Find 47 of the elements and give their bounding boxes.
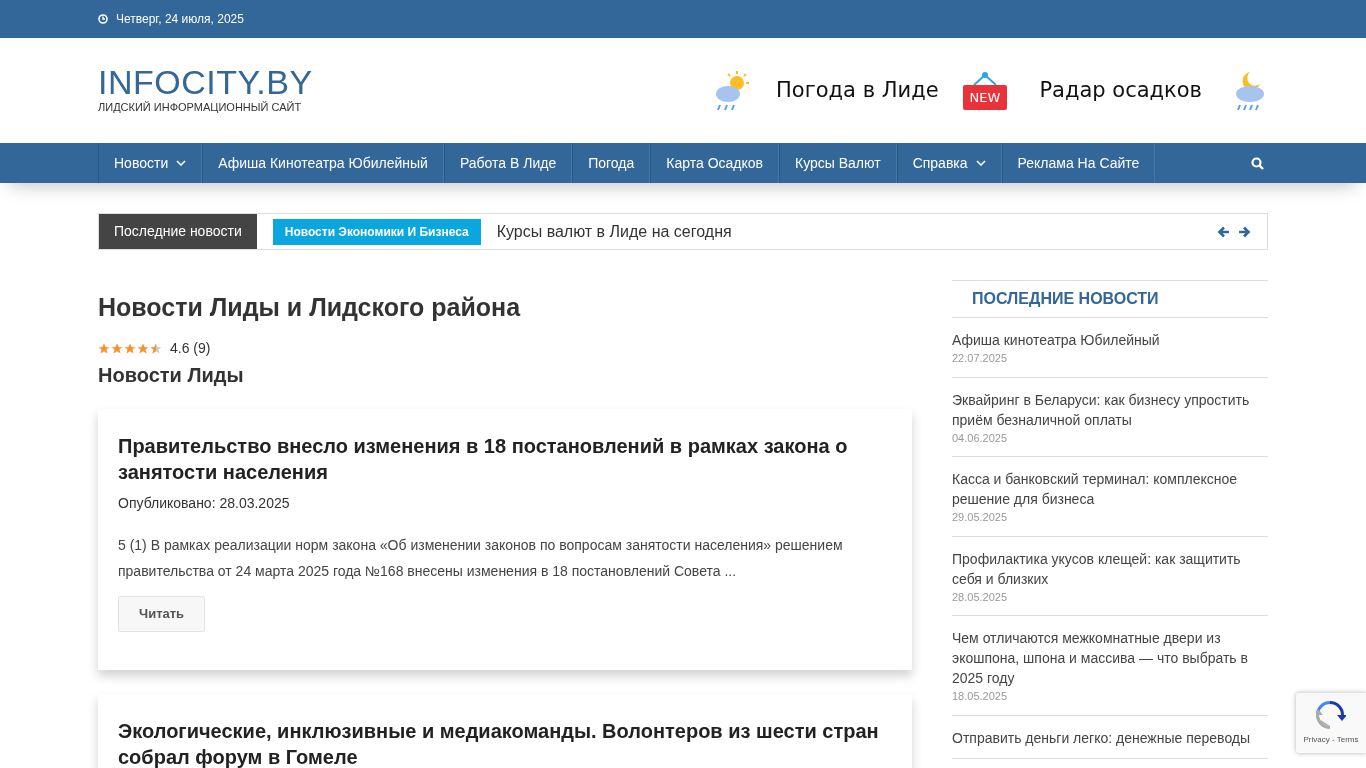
nav-item[interactable]: Справка (896, 143, 1002, 183)
ticker-headline[interactable]: Курсы валют в Лиде на сегодня (496, 219, 732, 244)
right-arrow-icon[interactable] (1238, 225, 1251, 238)
rating-text: 4.6 (9) (170, 339, 211, 358)
news-link[interactable]: Касса и банковский терминал: комплексное решение для бизнеса (952, 469, 1268, 509)
section-subtitle: Новости Лиды (98, 363, 245, 387)
date-text: Четверг, 24 июля, 2025 (116, 11, 244, 28)
nav-item[interactable]: Курсы Валют (779, 143, 897, 183)
weather-link[interactable]: Погода в Лиде (776, 74, 939, 107)
read-button[interactable]: Читать (118, 596, 206, 632)
news-date: 04.06.2025 (952, 430, 1009, 446)
star-icon (124, 342, 136, 355)
sidebar-title: ПОСЛЕДНИЕ НОВОСТИ (952, 280, 1268, 318)
recaptcha-links[interactable]: Privacy - Terms (1303, 733, 1359, 746)
news-link[interactable]: Чем отличаются межкомнатные двери из экошпона, шпона и массива — что выбрать в 2025 году (952, 628, 1268, 688)
nav-item[interactable]: Погода (572, 143, 651, 183)
star-icon (111, 342, 123, 355)
nav-item[interactable]: Реклама На Сайте (1001, 143, 1156, 183)
nav-item[interactable]: Новости (98, 143, 203, 183)
news-link[interactable]: Профилактика укусов клещей: как защитить себя и близких (952, 548, 1268, 589)
left-arrow-icon[interactable] (1217, 225, 1230, 238)
ticker-title: Последние новости (99, 214, 257, 249)
star-icon (98, 342, 110, 355)
news-date: 28.05.2025 (952, 589, 1009, 605)
hanger-icon (971, 70, 998, 85)
news-date: 22.07.2025 (952, 351, 1009, 366)
site-tagline: ЛИДСКИЙ ИНФОРМАЦИОННЫЙ САЙТ (98, 100, 303, 116)
new-badge: NEW (962, 84, 1008, 111)
site-logo[interactable]: INFOCITY.BY (98, 65, 313, 100)
page-title: Новости Лиды и Лидского района (98, 292, 522, 322)
clock-icon (98, 14, 108, 24)
star-icon (150, 342, 162, 355)
recaptcha-icon (1316, 700, 1346, 731)
article-title[interactable]: Правительство внесло изменения в 18 постановлений в рамках закона о занятости населения (118, 433, 892, 485)
news-link[interactable]: Эквайринг в Беларуси: как бизнесу упростить приём безналичной оплаты (952, 389, 1268, 430)
article-excerpt: 5 (1) В рамках реализации норм закона «Об изменении законов по вопросам занятости населения» решением правительства от 24 марта 2025 года №168 внесены изменения в 18 постановлений Совета ... (118, 536, 844, 581)
nav-item[interactable]: Карта Осадков (650, 143, 779, 183)
search-icon[interactable] (1251, 156, 1264, 170)
news-link[interactable]: Отправить деньги легко: денежные переводы (952, 727, 1268, 748)
radar-link[interactable]: Радар осадков (1039, 74, 1202, 107)
news-date: 18.05.2025 (952, 689, 1009, 704)
news-date: 29.05.2025 (952, 510, 1009, 525)
publish-date: Опубликовано: 28.03.2025 (118, 494, 291, 513)
nav-item[interactable]: Работа В Лиде (443, 143, 573, 183)
news-link[interactable]: Афиша кинотеатра Юбилейный (952, 330, 1268, 350)
article-title[interactable]: Экологические, инклюзивные и медиакоманды. Волонтеров из шести стран собрал форум в Гомеле (118, 717, 892, 768)
nav-item[interactable]: Афиша Кинотеатра Юбилейный (202, 143, 444, 183)
